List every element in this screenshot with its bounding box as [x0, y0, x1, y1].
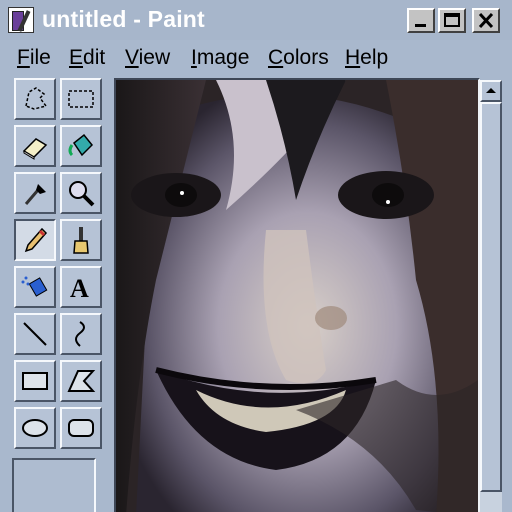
fill-bucket-tool[interactable]: [60, 125, 102, 167]
color-picker-icon: [24, 184, 46, 205]
airbrush-icon: [21, 276, 48, 297]
svg-text:A: A: [70, 274, 89, 302]
canvas-photo: [116, 80, 478, 512]
window-title: untitled - Paint: [42, 6, 205, 32]
menu-help[interactable]: Help: [345, 46, 388, 70]
curve-tool[interactable]: [60, 313, 102, 355]
menu-edit[interactable]: Edit: [69, 46, 105, 70]
menu-file[interactable]: File: [17, 46, 51, 70]
free-form-select-icon: [25, 87, 48, 110]
magnifier-tool[interactable]: [60, 172, 102, 214]
vertical-scrollbar[interactable]: [480, 80, 502, 512]
rectangle-icon: [22, 372, 48, 390]
close-icon: [478, 12, 494, 29]
maximize-icon: [444, 13, 460, 27]
eraser-tool[interactable]: [14, 125, 56, 167]
close-button[interactable]: [472, 8, 500, 33]
menu-colors[interactable]: Colors: [268, 46, 329, 70]
fill-bucket-icon: [68, 133, 94, 157]
brush-icon: [73, 227, 89, 254]
menu-bar: File Edit View Image Colors Help: [0, 42, 512, 74]
pencil-tool[interactable]: [14, 219, 56, 261]
scroll-up-button[interactable]: [480, 80, 502, 102]
polygon-icon: [67, 370, 96, 392]
rect-select-tool[interactable]: [60, 78, 102, 120]
tool-options-box[interactable]: [12, 458, 96, 512]
paint-window: untitled - Paint File Edit View Image Co…: [0, 0, 512, 512]
line-tool[interactable]: [14, 313, 56, 355]
rounded-rect-tool[interactable]: [60, 407, 102, 449]
minimize-icon: [415, 24, 426, 27]
minimize-button[interactable]: [407, 8, 435, 33]
drawing-canvas[interactable]: [114, 78, 480, 512]
paint-app-icon[interactable]: [8, 7, 34, 33]
maximize-button[interactable]: [438, 8, 466, 33]
curve-icon: [75, 321, 85, 347]
eraser-icon: [22, 138, 48, 160]
scroll-thumb[interactable]: [480, 102, 502, 492]
ellipse-icon: [22, 419, 48, 437]
magnifier-icon: [69, 181, 95, 207]
rounded-rect-icon: [68, 419, 94, 437]
toolbox: A: [10, 78, 110, 512]
title-bar[interactable]: untitled - Paint: [0, 0, 512, 40]
pencil-icon: [24, 227, 48, 253]
free-form-select-tool[interactable]: [14, 78, 56, 120]
rectangle-tool[interactable]: [14, 360, 56, 402]
brush-tool[interactable]: [60, 219, 102, 261]
polygon-tool[interactable]: [60, 360, 102, 402]
color-picker-tool[interactable]: [14, 172, 56, 214]
menu-image[interactable]: Image: [191, 46, 249, 70]
line-icon: [23, 322, 47, 346]
text-icon: A: [70, 274, 89, 302]
ellipse-tool[interactable]: [14, 407, 56, 449]
menu-view[interactable]: View: [125, 46, 170, 70]
rect-select-icon: [68, 90, 94, 108]
airbrush-tool[interactable]: [14, 266, 56, 308]
arrow-up-icon: [486, 88, 496, 93]
text-tool[interactable]: A: [60, 266, 102, 308]
